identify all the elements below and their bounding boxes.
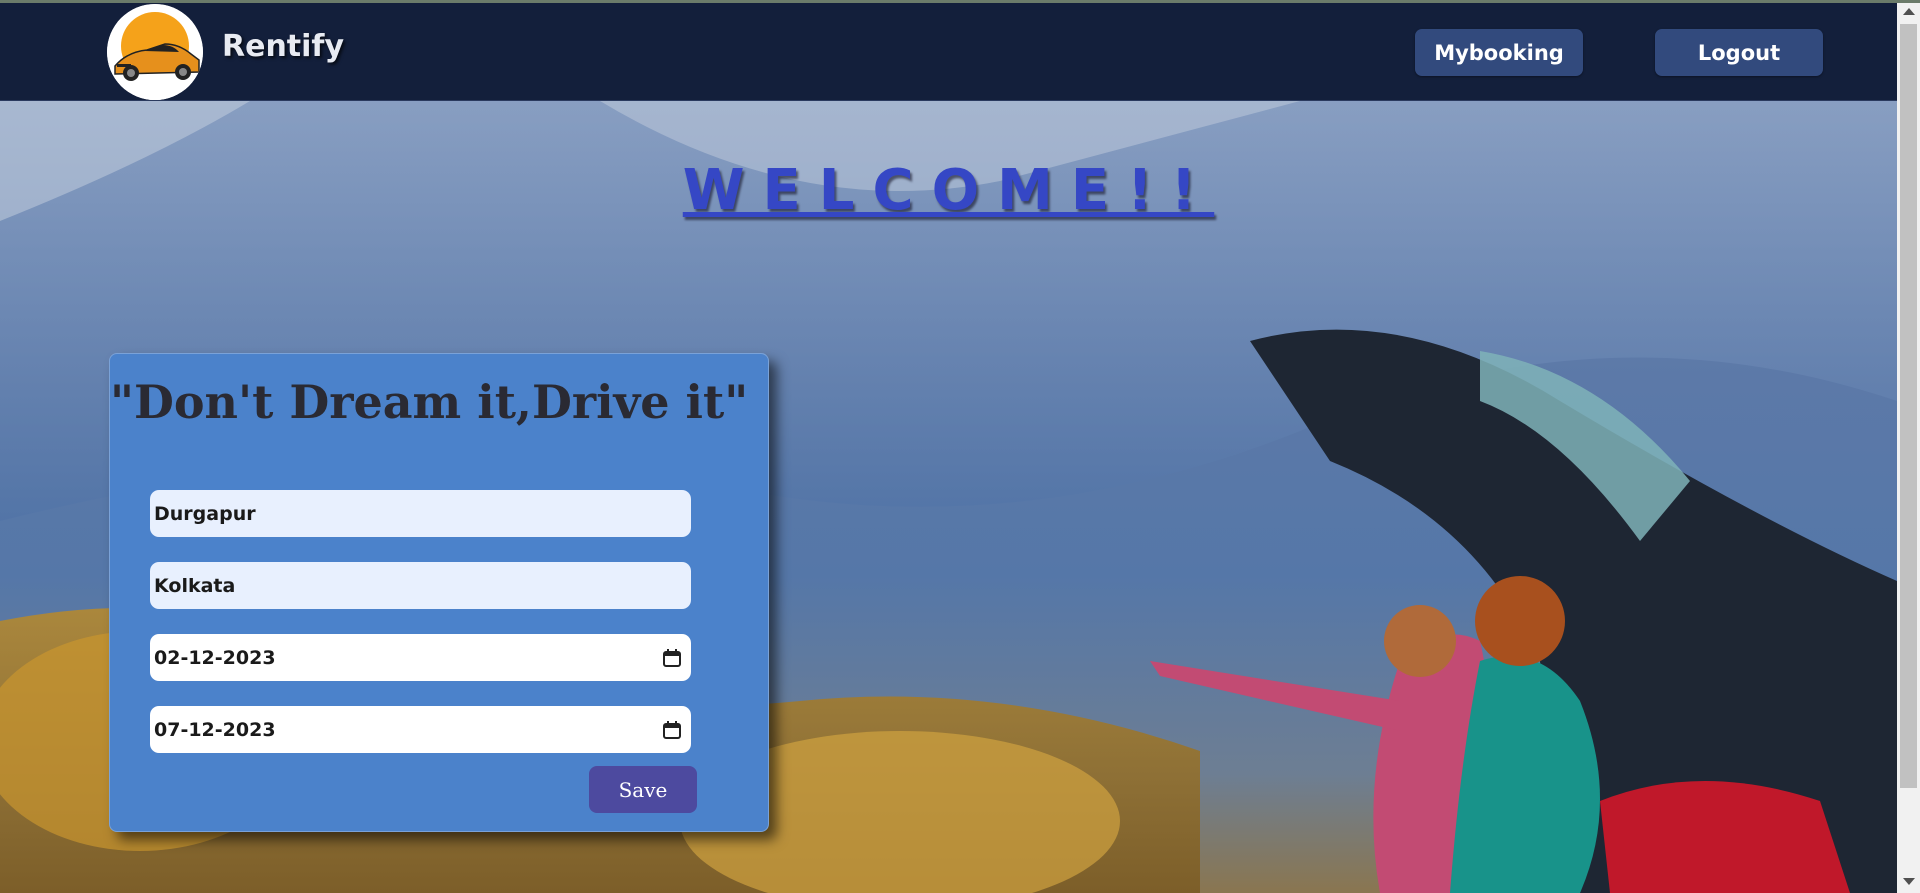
scrollbar-thumb[interactable] xyxy=(1900,24,1917,788)
from-location-input[interactable]: Durgapur xyxy=(150,490,691,537)
from-location-value: Durgapur xyxy=(154,502,256,525)
end-date-input[interactable]: 07-12-2023 xyxy=(150,706,691,753)
save-button[interactable]: Save xyxy=(589,766,697,813)
brand-name: Rentify xyxy=(222,29,345,64)
mybooking-button[interactable]: Mybooking xyxy=(1415,29,1583,76)
tagline-heading: "Don't Dream it,Drive it" xyxy=(110,375,749,429)
welcome-heading: WELCOME!! xyxy=(682,158,1215,223)
calendar-icon[interactable] xyxy=(663,648,681,667)
scroll-down-arrow-icon[interactable] xyxy=(1903,878,1915,885)
to-location-value: Kolkata xyxy=(154,574,236,597)
end-date-value: 07-12-2023 xyxy=(154,718,276,741)
calendar-icon[interactable] xyxy=(663,720,681,739)
to-location-input[interactable]: Kolkata xyxy=(150,562,691,609)
scroll-up-arrow-icon[interactable] xyxy=(1903,8,1915,15)
sports-car-logo-icon xyxy=(107,4,203,100)
navbar: Rentify Mybooking Logout xyxy=(0,3,1897,101)
logout-button[interactable]: Logout xyxy=(1655,29,1823,76)
start-date-input[interactable]: 02-12-2023 xyxy=(150,634,691,681)
brand-logo[interactable] xyxy=(107,4,203,100)
start-date-value: 02-12-2023 xyxy=(154,646,276,669)
